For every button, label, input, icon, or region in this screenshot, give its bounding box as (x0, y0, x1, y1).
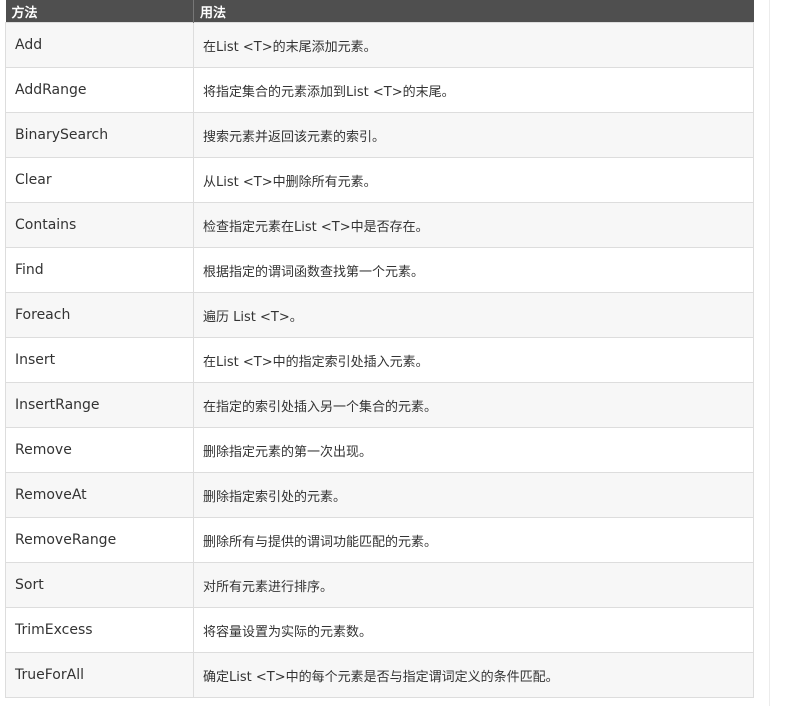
usage-cell: 确定List <T>中的每个元素是否与指定谓词定义的条件匹配。 (193, 652, 754, 698)
method-cell: BinarySearch (5, 112, 194, 158)
usage-cell: 遍历 List <T>。 (193, 292, 754, 338)
method-cell: RemoveRange (5, 517, 194, 563)
methods-table: 方法 用法 Add 在List <T>的末尾添加元素。 AddRange 将指定… (5, 0, 754, 698)
table-row: Sort 对所有元素进行排序。 (5, 562, 754, 608)
table-row: Contains 检查指定元素在List <T>中是否存在。 (5, 202, 754, 248)
usage-cell: 将指定集合的元素添加到List <T>的末尾。 (193, 67, 754, 113)
table-row: Insert 在List <T>中的指定索引处插入元素。 (5, 337, 754, 383)
method-cell: Find (5, 247, 194, 293)
method-cell: AddRange (5, 67, 194, 113)
header-row: 方法 用法 (5, 0, 754, 23)
table-row: Add 在List <T>的末尾添加元素。 (5, 22, 754, 68)
usage-cell: 在List <T>的末尾添加元素。 (193, 22, 754, 68)
page-edge-divider (769, 0, 770, 706)
header-method: 方法 (5, 0, 194, 23)
table-row: AddRange 将指定集合的元素添加到List <T>的末尾。 (5, 67, 754, 113)
method-cell: Insert (5, 337, 194, 383)
usage-cell: 在List <T>中的指定索引处插入元素。 (193, 337, 754, 383)
usage-cell: 在指定的索引处插入另一个集合的元素。 (193, 382, 754, 428)
method-cell: Add (5, 22, 194, 68)
usage-cell: 搜索元素并返回该元素的索引。 (193, 112, 754, 158)
table-row: Remove 删除指定元素的第一次出现。 (5, 427, 754, 473)
usage-cell: 删除指定索引处的元素。 (193, 472, 754, 518)
table-row: Foreach 遍历 List <T>。 (5, 292, 754, 338)
table-row: InsertRange 在指定的索引处插入另一个集合的元素。 (5, 382, 754, 428)
usage-cell: 删除所有与提供的谓词功能匹配的元素。 (193, 517, 754, 563)
table-row: BinarySearch 搜索元素并返回该元素的索引。 (5, 112, 754, 158)
method-cell: RemoveAt (5, 472, 194, 518)
table-row: Find 根据指定的谓词函数查找第一个元素。 (5, 247, 754, 293)
method-cell: Remove (5, 427, 194, 473)
usage-cell: 从List <T>中删除所有元素。 (193, 157, 754, 203)
table-header: 方法 用法 (5, 0, 754, 23)
table-row: TrimExcess 将容量设置为实际的元素数。 (5, 607, 754, 653)
table-row: Clear 从List <T>中删除所有元素。 (5, 157, 754, 203)
method-cell: Contains (5, 202, 194, 248)
page: 方法 用法 Add 在List <T>的末尾添加元素。 AddRange 将指定… (0, 0, 792, 706)
table-body: Add 在List <T>的末尾添加元素。 AddRange 将指定集合的元素添… (5, 22, 754, 698)
header-usage: 用法 (193, 0, 754, 23)
table-row: RemoveAt 删除指定索引处的元素。 (5, 472, 754, 518)
method-cell: TrimExcess (5, 607, 194, 653)
method-cell: Clear (5, 157, 194, 203)
usage-cell: 对所有元素进行排序。 (193, 562, 754, 608)
usage-cell: 删除指定元素的第一次出现。 (193, 427, 754, 473)
usage-cell: 检查指定元素在List <T>中是否存在。 (193, 202, 754, 248)
method-cell: InsertRange (5, 382, 194, 428)
method-cell: Sort (5, 562, 194, 608)
usage-cell: 根据指定的谓词函数查找第一个元素。 (193, 247, 754, 293)
table-row: TrueForAll 确定List <T>中的每个元素是否与指定谓词定义的条件匹… (5, 652, 754, 698)
method-cell: TrueForAll (5, 652, 194, 698)
table-row: RemoveRange 删除所有与提供的谓词功能匹配的元素。 (5, 517, 754, 563)
method-cell: Foreach (5, 292, 194, 338)
usage-cell: 将容量设置为实际的元素数。 (193, 607, 754, 653)
